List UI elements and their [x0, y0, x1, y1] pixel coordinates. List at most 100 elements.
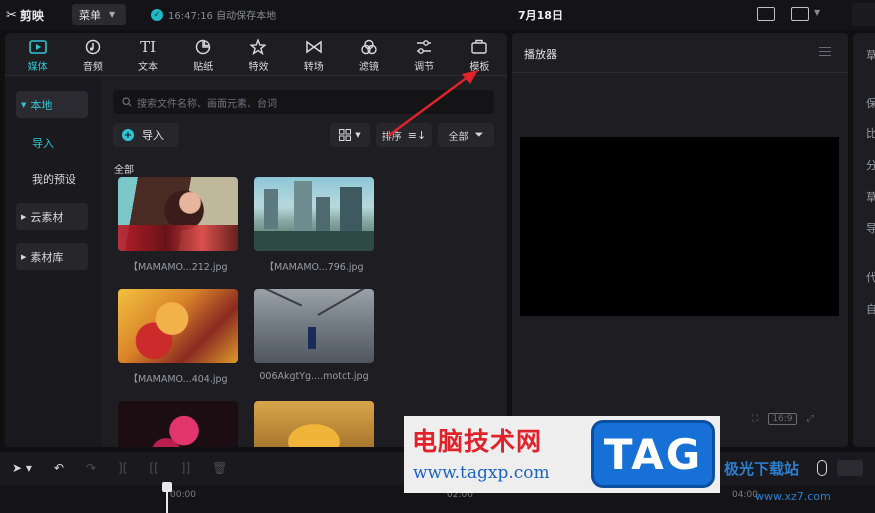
import-label: 导入 [142, 129, 164, 142]
autosave-status: ✓ 16:47:16 自动保存本地 [151, 7, 276, 22]
keyboard-shortcut-icon[interactable] [757, 7, 775, 21]
tab-label: 媒体 [27, 62, 48, 73]
app-name: 剪映 [19, 9, 44, 23]
trim-right-icon[interactable]: ]] [181, 461, 190, 475]
watermark-url: www.tagxp.com [413, 463, 550, 483]
sidebar-item-local[interactable]: ▼ 本地 [16, 91, 88, 118]
timeline-right-tools [817, 460, 863, 476]
watermark-tagxp: 电脑技术网 www.tagxp.com TAG [404, 416, 720, 493]
annotation-arrow [387, 70, 478, 137]
delete-icon[interactable]: 🗑 [212, 461, 227, 475]
caret-down-icon: ▼ [21, 100, 27, 109]
media-thumbnail [118, 289, 238, 363]
attribute-label: 比 [866, 127, 875, 140]
menu-label: 菜单 [79, 8, 101, 22]
tab-media[interactable]: 媒体 [10, 33, 65, 75]
sidebar-item-label: 素材库 [30, 250, 64, 264]
filter-icon [359, 38, 379, 56]
tab-effects[interactable]: 特效 [231, 33, 286, 75]
caret-right-icon: ▶ [21, 212, 27, 221]
main-menu-button[interactable]: 菜单 ▼ [72, 4, 126, 25]
timeline-toolbar: ➤ ▾ ↶ ↷ ][ [[ ]] 🗑 [12, 461, 227, 475]
media-thumbnail [254, 177, 374, 251]
tab-label: 滤镜 [358, 62, 379, 73]
chevron-down-icon[interactable]: ▼ [814, 8, 820, 17]
check-icon: ✓ [151, 8, 163, 21]
player-title: 播放器 [524, 48, 557, 61]
caret-right-icon: ▶ [21, 252, 27, 261]
media-thumbnail [254, 289, 374, 363]
audio-icon [83, 38, 103, 56]
chevron-down-icon: ▼ [109, 10, 116, 19]
media-item[interactable]: 【MAMAMO...796.jpg [254, 177, 374, 273]
media-thumbnail [118, 177, 238, 251]
sidebar-item-import[interactable]: 导入 [32, 135, 54, 151]
panel-title: 草 [866, 49, 875, 62]
sidebar-item-library[interactable]: ▶ 素材库 [16, 243, 88, 270]
search-icon [122, 97, 132, 107]
menu-icon[interactable] [819, 47, 831, 56]
tab-sticker[interactable]: 贴纸 [176, 33, 231, 75]
fullscreen-icon[interactable]: ⤢ [807, 414, 814, 424]
player-controls: ⛶ 16:9 ⤢ [752, 413, 814, 425]
redo-icon[interactable]: ↷ [86, 461, 96, 475]
player-divider [512, 72, 848, 73]
watermark-xz7-name: 极光下载站 [724, 460, 800, 478]
media-thumbnail [254, 401, 374, 447]
sidebar-item-my-presets[interactable]: 我的预设 [32, 171, 76, 187]
tab-audio[interactable]: 音频 [65, 33, 120, 75]
undo-icon[interactable]: ↶ [54, 461, 64, 475]
sidebar-item-cloud[interactable]: ▶ 云素材 [16, 203, 88, 230]
layout-icon[interactable] [791, 7, 809, 21]
media-item[interactable]: 【MAMAMO...212.jpg [118, 177, 238, 273]
jianying-window: ✂ 剪映 菜单 ▼ ✓ 16:47:16 自动保存本地 7月18日 ▼ 媒体 音… [0, 0, 875, 513]
media-sidebar: ▼ 本地 导入 我的预设 ▶ 云素材 ▶ 素材库 [5, 76, 101, 447]
watermark-site-name: 电脑技术网 [412, 427, 543, 456]
player-panel: 播放器 ⛶ 16:9 ⤢ [512, 33, 848, 447]
media-filename: 【MAMAMO...796.jpg [264, 262, 364, 273]
import-button[interactable]: + 导入 [113, 123, 179, 147]
aspect-ratio-button[interactable]: 16:9 [768, 413, 797, 425]
section-label: 全部 [114, 165, 134, 176]
tab-transition[interactable]: 转场 [286, 33, 341, 75]
search-placeholder: 搜索文件名称、画面元素、台词 [137, 98, 277, 110]
playhead[interactable] [162, 482, 172, 513]
media-item[interactable]: 006AkgtYg....motct.jpg [254, 289, 374, 382]
sidebar-item-label: 本地 [30, 98, 53, 112]
media-item[interactable]: 【MAMAMO...404.jpg [118, 289, 238, 385]
effects-icon [248, 38, 268, 56]
media-item[interactable] [118, 401, 238, 447]
sidebar-item-label: 云素材 [30, 210, 64, 224]
tab-label: 音频 [82, 62, 103, 73]
media-thumbnail [118, 401, 238, 447]
attribute-label: 保 [866, 97, 875, 110]
tab-label: 特效 [248, 62, 269, 73]
export-button[interactable] [852, 3, 875, 26]
tab-label: 文本 [138, 62, 159, 73]
media-filename: 006AkgtYg....motct.jpg [259, 371, 369, 382]
attribute-label: 导 [866, 222, 875, 235]
trim-left-icon[interactable]: [[ [149, 461, 158, 475]
view-mode-button[interactable]: ▼ [330, 123, 370, 147]
media-item[interactable] [254, 401, 374, 447]
media-icon [28, 38, 48, 56]
attribute-label: 分 [866, 159, 875, 172]
crop-icon[interactable]: ⛶ [752, 414, 758, 424]
text-icon: TI [140, 38, 157, 56]
split-icon[interactable]: ][ [118, 461, 127, 475]
attribute-label: 代 [866, 271, 875, 284]
media-filename: 【MAMAMO...404.jpg [128, 374, 228, 385]
transition-icon [304, 38, 324, 56]
attribute-label: 自 [866, 303, 875, 316]
template-icon [469, 38, 489, 56]
track-toggle-button[interactable] [837, 460, 863, 476]
project-title: 7月18日 [518, 9, 563, 22]
plus-icon: + [122, 129, 134, 141]
autosave-text: 16:47:16 自动保存本地 [168, 11, 277, 22]
select-cursor-icon[interactable]: ➤ ▾ [12, 461, 32, 475]
microphone-icon[interactable] [817, 460, 827, 476]
title-bar: ✂ 剪映 菜单 ▼ ✓ 16:47:16 自动保存本地 7月18日 ▼ [0, 0, 875, 30]
tab-text[interactable]: TI 文本 [120, 33, 175, 75]
preview-screen[interactable] [520, 137, 839, 316]
jianying-logo-icon: ✂ [6, 8, 17, 23]
